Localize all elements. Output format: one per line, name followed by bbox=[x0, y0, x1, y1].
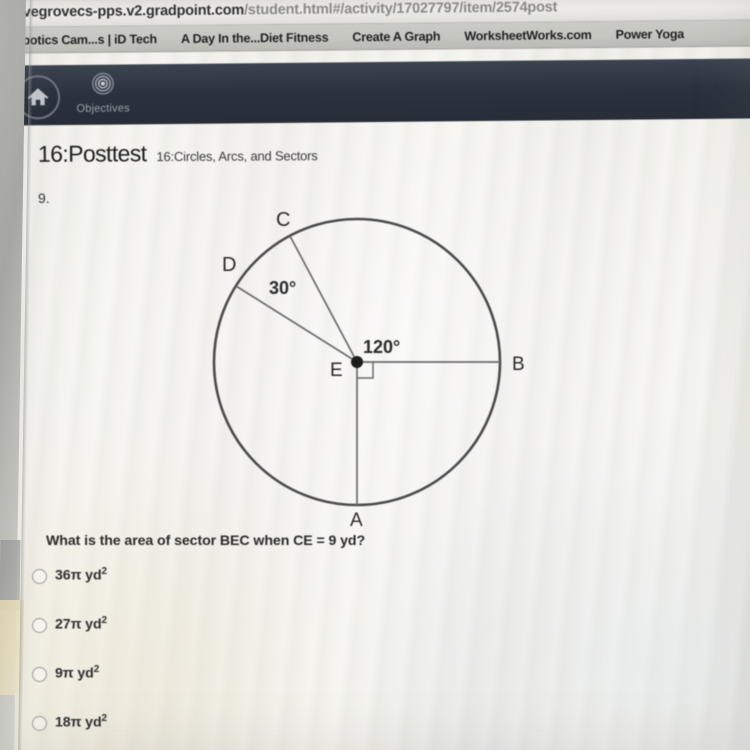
radio-button-0[interactable] bbox=[32, 569, 47, 584]
browser-chrome: -olivegrovecs-pps.v2.gradpoint.com/stude… bbox=[0, 0, 750, 54]
center-point-e bbox=[351, 356, 363, 368]
answer-choice-0[interactable]: 36π yd2 bbox=[32, 566, 452, 615]
page-title-row: 16:Posttest 16:Circles, Arcs, and Sector… bbox=[38, 139, 318, 168]
label-d: D bbox=[222, 254, 236, 276]
answer-choice-label-0: 36π yd2 bbox=[55, 566, 108, 584]
angle-label-30: 30° bbox=[269, 278, 296, 298]
answer-choice-list: 36π yd2 27π yd2 9π yd2 18π yd2 bbox=[32, 566, 452, 750]
bookmark-item-1[interactable]: A Day In the...Diet Fitness bbox=[181, 30, 329, 45]
answer-choice-label-1: 27π yd2 bbox=[55, 615, 108, 633]
radio-button-3[interactable] bbox=[32, 716, 47, 731]
answer-choice-2[interactable]: 9π yd2 bbox=[32, 664, 452, 713]
screenshot-root: -olivegrovecs-pps.v2.gradpoint.com/stude… bbox=[0, 0, 750, 750]
answer-choice-3[interactable]: 18π yd2 bbox=[32, 713, 452, 750]
url-text: -olivegrovecs-pps.v2.gradpoint.com/stude… bbox=[2, 0, 557, 20]
question-number: 9. bbox=[38, 190, 50, 206]
target-icon bbox=[91, 72, 114, 95]
app-header-bar: Objectives bbox=[0, 58, 750, 126]
label-a: A bbox=[350, 510, 363, 531]
radius-ec bbox=[289, 235, 358, 363]
answer-choice-label-3: 18π yd2 bbox=[55, 713, 108, 731]
question-prompt: What is the area of sector BEC when CE =… bbox=[46, 533, 366, 549]
radio-button-2[interactable] bbox=[32, 667, 47, 682]
answer-choice-label-2: 9π yd2 bbox=[55, 664, 100, 682]
url-path: /student.html#/activity/17027797/item/25… bbox=[243, 0, 558, 18]
circle-diagram: E B A C D 120° 30° bbox=[190, 195, 550, 540]
label-e: E bbox=[330, 360, 343, 381]
bookmark-item-4[interactable]: Power Yoga bbox=[616, 27, 685, 42]
url-domain: -olivegrovecs-pps.v2.gradpoint.com bbox=[1, 1, 245, 21]
angle-label-120: 120° bbox=[363, 337, 400, 357]
label-b: B bbox=[512, 354, 525, 375]
page-subtitle: 16:Circles, Arcs, and Sectors bbox=[156, 148, 318, 165]
radio-button-1[interactable] bbox=[32, 618, 47, 633]
label-c: C bbox=[276, 209, 290, 231]
radius-ed bbox=[235, 285, 358, 363]
objectives-label: Objectives bbox=[76, 102, 130, 115]
objectives-nav-item[interactable]: Objectives bbox=[64, 71, 142, 115]
answer-choice-1[interactable]: 27π yd2 bbox=[32, 615, 452, 664]
page-title: 16:Posttest bbox=[37, 140, 147, 167]
bookmark-item-2[interactable]: Create A Graph bbox=[352, 29, 440, 44]
bookmark-item-3[interactable]: WorksheetWorks.com bbox=[464, 27, 591, 42]
